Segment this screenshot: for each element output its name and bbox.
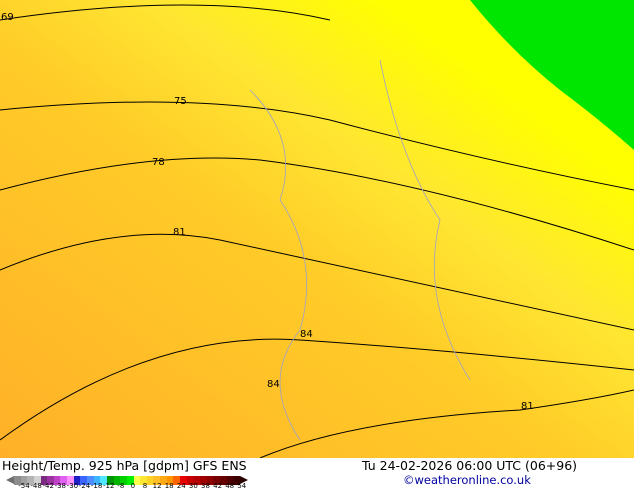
colorbar-left-arrow — [6, 476, 14, 484]
datetime: Tu 24-02-2026 06:00 UTC (06+96) — [362, 458, 578, 473]
colorbar-tick: 24 — [176, 482, 186, 490]
colorbar-tick: -42 — [42, 482, 54, 490]
colorbar-tick: -30 — [66, 482, 79, 490]
colorbar-tick: -38 — [54, 482, 67, 490]
colorbar-tick: 42 — [213, 482, 223, 490]
colorbar-tick: 54 — [237, 482, 247, 490]
colorbar-tick: -18 — [90, 482, 103, 490]
colorbar-tick: 12 — [152, 482, 162, 490]
contour-label: 81 — [521, 401, 534, 412]
colorbar-tick: 48 — [225, 482, 235, 490]
colorbar-tick: 38 — [201, 482, 210, 490]
contour-label: 84 — [267, 379, 280, 390]
colorbar-tick: -24 — [78, 482, 91, 490]
colorbar-tick: -54 — [18, 482, 30, 490]
contour-label: 78 — [152, 157, 165, 168]
contour-label: 69 — [1, 12, 14, 23]
colorbar-tick: -48 — [30, 482, 42, 490]
colorbar-tick: 0 — [130, 482, 136, 490]
map-fields — [0, 0, 634, 458]
credit-link[interactable]: ©weatheronline.co.uk — [403, 473, 531, 487]
contour-label: 84 — [300, 329, 313, 340]
contour-label: 75 — [174, 96, 187, 107]
colorbar-tick: -8 — [117, 482, 125, 490]
weather-map: 69 75 78 81 84 84 81 — [0, 0, 634, 458]
colorbar-tick: -12 — [102, 482, 115, 490]
colorbar-tick: 30 — [188, 482, 198, 490]
colorbar-tick: 18 — [164, 482, 174, 490]
colorbar-tick: 8 — [142, 482, 148, 490]
contour-label: 81 — [173, 227, 186, 238]
map-title: Height/Temp. 925 hPa [gdpm] GFS ENS — [2, 458, 247, 473]
